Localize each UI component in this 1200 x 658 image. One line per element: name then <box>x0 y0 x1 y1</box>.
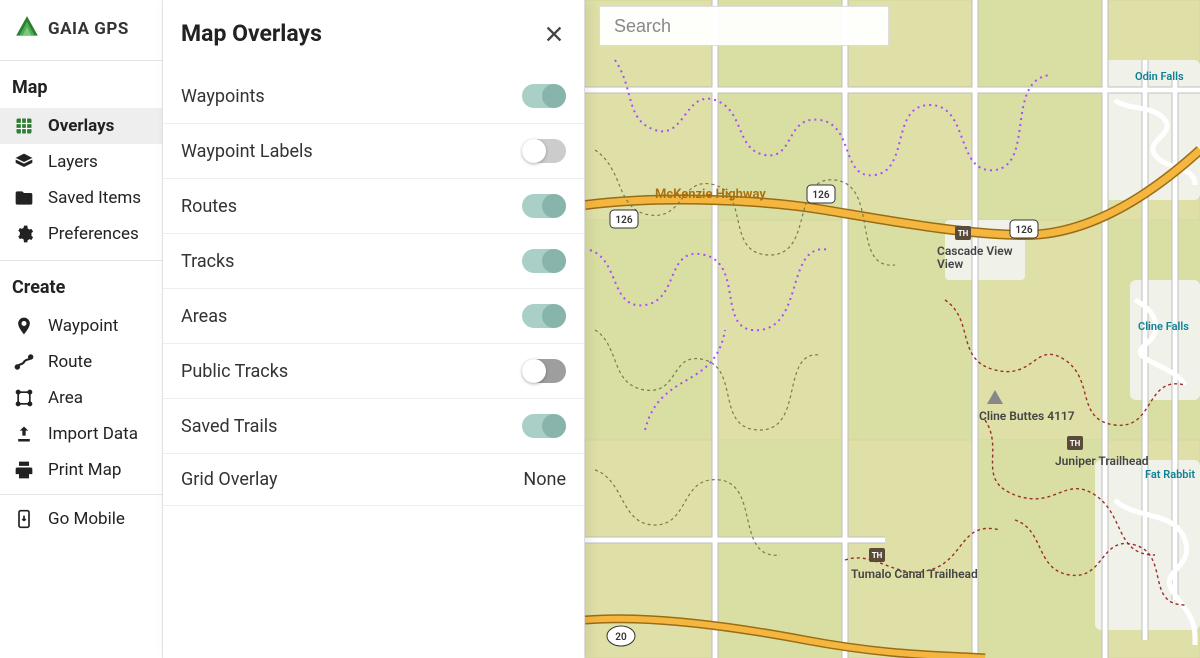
overlay-label: Grid Overlay <box>181 469 278 490</box>
toggle-public-tracks[interactable] <box>522 359 566 383</box>
toggle-routes[interactable] <box>522 194 566 218</box>
falls-fat-rabbit: Fat Rabbit <box>1145 468 1195 481</box>
sidebar-item-import[interactable]: Import Data <box>0 416 162 452</box>
overlay-row-public-tracks: Public Tracks <box>163 344 584 399</box>
sidebar-item-label: Print Map <box>48 460 121 480</box>
toggle-areas[interactable] <box>522 304 566 328</box>
svg-text:TH: TH <box>958 229 969 238</box>
section-title-create: Create <box>0 261 162 308</box>
overlay-row-waypoints: Waypoints <box>163 69 584 124</box>
sidebar-item-saved-items[interactable]: Saved Items <box>0 180 162 216</box>
place-cascade-view: Cascade View <box>937 244 1013 258</box>
overlay-value: None <box>523 469 566 490</box>
sidebar-item-label: Waypoint <box>48 316 118 336</box>
sidebar-item-label: Route <box>48 352 92 372</box>
gear-icon <box>14 224 34 244</box>
overlay-row-grid-overlay[interactable]: Grid Overlay None <box>163 454 584 506</box>
falls-cline: Cline Falls <box>1138 320 1189 333</box>
sidebar-item-label: Layers <box>48 152 98 172</box>
sidebar-item-overlays[interactable]: Overlays <box>0 108 162 144</box>
shield-126: 126 <box>812 190 829 201</box>
sidebar-item-label: Overlays <box>48 116 114 136</box>
overlay-label: Routes <box>181 196 237 217</box>
overlay-label: Public Tracks <box>181 361 288 382</box>
area-icon <box>14 388 34 408</box>
toggle-waypoint-labels[interactable] <box>522 139 566 163</box>
sidebar-item-go-mobile[interactable]: Go Mobile <box>0 494 162 537</box>
section-title-map: Map <box>0 61 162 108</box>
svg-text:View: View <box>937 257 963 271</box>
svg-text:TH: TH <box>1070 439 1081 448</box>
overlays-panel: Map Overlays Waypoints Waypoint Labels R… <box>163 0 585 658</box>
overlay-label: Waypoint Labels <box>181 141 313 162</box>
route-icon <box>14 352 34 372</box>
sidebar-item-print[interactable]: Print Map <box>0 452 162 488</box>
map-viewport[interactable]: 126 126 126 20 McKenzie Highway TH Casca… <box>585 0 1200 658</box>
overlay-row-routes: Routes <box>163 179 584 234</box>
shield-20: 20 <box>615 632 627 643</box>
print-icon <box>14 460 34 480</box>
place-cline-buttes: Cline Buttes 4117 <box>979 409 1075 423</box>
pin-icon <box>14 316 34 336</box>
place-juniper: Juniper Trailhead <box>1055 454 1149 468</box>
sidebar-item-layers[interactable]: Layers <box>0 144 162 180</box>
shield-126: 126 <box>615 215 632 226</box>
overlay-label: Areas <box>181 306 227 327</box>
brand-name: GAIA GPS <box>48 19 129 39</box>
overlay-row-tracks: Tracks <box>163 234 584 289</box>
sidebar-item-label: Saved Items <box>48 188 141 208</box>
grid-icon <box>14 116 34 136</box>
overlay-row-areas: Areas <box>163 289 584 344</box>
toggle-waypoints[interactable] <box>522 84 566 108</box>
upload-icon <box>14 424 34 444</box>
toggle-saved-trails[interactable] <box>522 414 566 438</box>
sidebar: GAIA GPS Map Overlays Layers Saved Items… <box>0 0 163 658</box>
mobile-download-icon <box>14 509 34 529</box>
overlay-label: Saved Trails <box>181 416 277 437</box>
highway-label: McKenzie Highway <box>655 187 766 202</box>
shield-126: 126 <box>1015 225 1032 236</box>
sidebar-item-route[interactable]: Route <box>0 344 162 380</box>
close-icon <box>543 23 565 45</box>
place-tumalo: Tumalo Canal Trailhead <box>851 567 978 581</box>
panel-title: Map Overlays <box>181 20 322 47</box>
logo-icon <box>14 14 40 44</box>
close-button[interactable] <box>542 22 566 46</box>
layers-icon <box>14 152 34 172</box>
sidebar-item-label: Area <box>48 388 83 408</box>
sidebar-item-label: Import Data <box>48 424 138 444</box>
sidebar-item-preferences[interactable]: Preferences <box>0 216 162 252</box>
toggle-tracks[interactable] <box>522 249 566 273</box>
svg-text:TH: TH <box>872 551 883 560</box>
sidebar-item-area[interactable]: Area <box>0 380 162 416</box>
overlay-label: Waypoints <box>181 86 265 107</box>
overlay-row-waypoint-labels: Waypoint Labels <box>163 124 584 179</box>
sidebar-item-label: Preferences <box>48 224 139 244</box>
brand[interactable]: GAIA GPS <box>0 0 162 61</box>
map-canvas: 126 126 126 20 McKenzie Highway TH Casca… <box>585 0 1200 658</box>
sidebar-item-label: Go Mobile <box>48 509 125 529</box>
falls-odin: Odin Falls <box>1135 70 1184 83</box>
sidebar-item-waypoint[interactable]: Waypoint <box>0 308 162 344</box>
search-input[interactable] <box>599 6 889 46</box>
overlay-row-saved-trails: Saved Trails <box>163 399 584 454</box>
overlay-label: Tracks <box>181 251 234 272</box>
folder-icon <box>14 188 34 208</box>
